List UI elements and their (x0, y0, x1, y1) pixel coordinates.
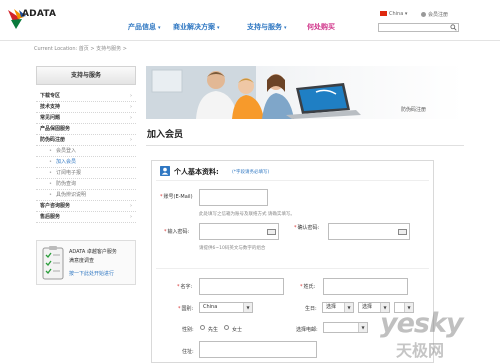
chevron-right-icon: › (130, 104, 132, 110)
search-input[interactable] (378, 23, 459, 32)
banner-label: 防伪码注册 (400, 107, 426, 113)
password-confirm-input[interactable] (328, 223, 410, 240)
breadcrumb: Current Location: 首页 > 支持与服务 > (34, 46, 127, 52)
promo-banner: 防伪码注册 (146, 66, 464, 119)
chevron-right-icon: › (130, 115, 132, 121)
sidebar-item-warranty[interactable]: 产品保固服务 (36, 124, 136, 135)
sidebar-subitem-newsletter[interactable]: 订阅电子报 (36, 168, 136, 179)
form-divider (156, 268, 429, 269)
email-preference-label: 选择电邮: (296, 327, 318, 333)
survey-start-link[interactable]: 按一下此处开始进行 (69, 270, 114, 277)
search-icon[interactable] (450, 24, 457, 31)
nav-business-solutions[interactable]: 商业解决方案 ▾ (173, 22, 220, 32)
nav-support[interactable]: 支持与服务 ▾ (247, 22, 287, 32)
gender-label: 性别: (182, 327, 194, 333)
sidebar-subitem-verify[interactable]: 防伪查询 (36, 179, 136, 190)
country-label: *国别: (178, 306, 194, 312)
watermark-subtitle: 天极网 (396, 341, 445, 360)
sidebar-item-after-sales[interactable]: 售后服务 › (36, 212, 136, 223)
sidebar-item-anti-counterfeit[interactable]: 防伪码注册 › (36, 135, 136, 146)
watermark-logo: yesky (380, 308, 464, 339)
survey-title: ADATA 卓越客户服务 (69, 249, 117, 255)
sidebar-item-customer-service[interactable]: 客户咨询服务 › (36, 201, 136, 212)
chevron-right-icon: › (130, 93, 132, 99)
gender-male-radio[interactable] (200, 325, 205, 330)
survey-box[interactable]: ADATA 卓越客户服务 满意度调查 按一下此处开始进行 (36, 240, 136, 285)
password-hint: 请提供6~10码英文与数字的组合 (199, 246, 266, 251)
sidebar-item-faq[interactable]: 常见问题 › (36, 113, 136, 124)
user-icon (421, 12, 426, 17)
header-divider (0, 40, 500, 41)
first-name-input[interactable] (199, 278, 284, 295)
keyboard-icon[interactable] (398, 229, 407, 235)
sidebar-subitem-identify-guide[interactable]: 具伪辨识说明 (36, 190, 136, 201)
password-input[interactable] (199, 223, 279, 240)
first-name-label: *名字: (177, 284, 193, 290)
account-email-input[interactable] (199, 189, 268, 206)
birthday-year-select[interactable]: 选择 ▼ (322, 302, 354, 313)
last-name-label: *姓氏: (300, 284, 316, 290)
gender-male-label: 先生 (208, 327, 219, 333)
chevron-down-icon: ▼ (243, 303, 252, 312)
sidebar-subitem-join-member[interactable]: 加入会员 (36, 157, 136, 168)
chevron-right-icon: › (130, 214, 132, 220)
last-name-input[interactable] (323, 278, 408, 295)
address-label: 住址: (182, 349, 194, 355)
section-divider (156, 180, 429, 181)
clipboard-icon (42, 246, 64, 280)
sidebar-item-tech-support[interactable]: 技术支持 › (36, 102, 136, 113)
region-selector[interactable]: China ▾ (380, 11, 407, 17)
password-confirm-label: *确认密码: (294, 225, 320, 231)
section-title: 个人基本资料: (174, 168, 219, 176)
china-flag-icon (380, 11, 387, 16)
chevron-down-icon: ▼ (344, 303, 353, 312)
chevron-down-icon: ▼ (358, 323, 367, 332)
chevron-right-icon: › (130, 137, 132, 143)
gender-female-radio[interactable] (224, 325, 229, 330)
site-header: ADATA 产品信息 ▾ 商业解决方案 ▾ 支持与服务 ▾ 何处购买 China ▾ … (0, 0, 500, 42)
user-card-icon (160, 166, 170, 176)
nav-products[interactable]: 产品信息 ▾ (128, 22, 161, 32)
email-preference-select[interactable]: ▼ (323, 322, 368, 333)
account-label: *账号(E-Mail) (160, 194, 193, 200)
country-select[interactable]: China ▼ (199, 302, 253, 313)
birthday-label: 生日: (305, 306, 317, 312)
sidebar-subitem-member-login[interactable]: 会员登入 (36, 146, 136, 157)
sidebar-item-downloads[interactable]: 下载专区 › (36, 91, 136, 102)
password-label: *输入密码: (164, 229, 190, 235)
nav-where-to-buy[interactable]: 何处购买 (307, 22, 335, 32)
gender-female-label: 女士 (232, 327, 243, 333)
keyboard-icon[interactable] (267, 229, 276, 235)
title-divider (146, 145, 464, 146)
account-hint: 此处填写之信箱为账号及联络方式 请确实填写。 (199, 212, 295, 217)
sidebar-menu: 下载专区› 技术支持› 常见问题› 产品保固服务 防伪码注册› 会员登入 加入会… (36, 91, 136, 223)
required-note: (*字段请务必填写) (232, 170, 270, 175)
page-title: 加入会员 (147, 130, 184, 140)
member-login-link[interactable]: 会员注册 (421, 11, 448, 18)
sidebar-title: 支持与服务 (36, 66, 136, 85)
chevron-right-icon: › (130, 203, 132, 209)
survey-subtitle: 满意度调查 (69, 258, 95, 264)
logo-text[interactable]: ADATA (22, 9, 56, 19)
address-input[interactable] (199, 341, 317, 358)
